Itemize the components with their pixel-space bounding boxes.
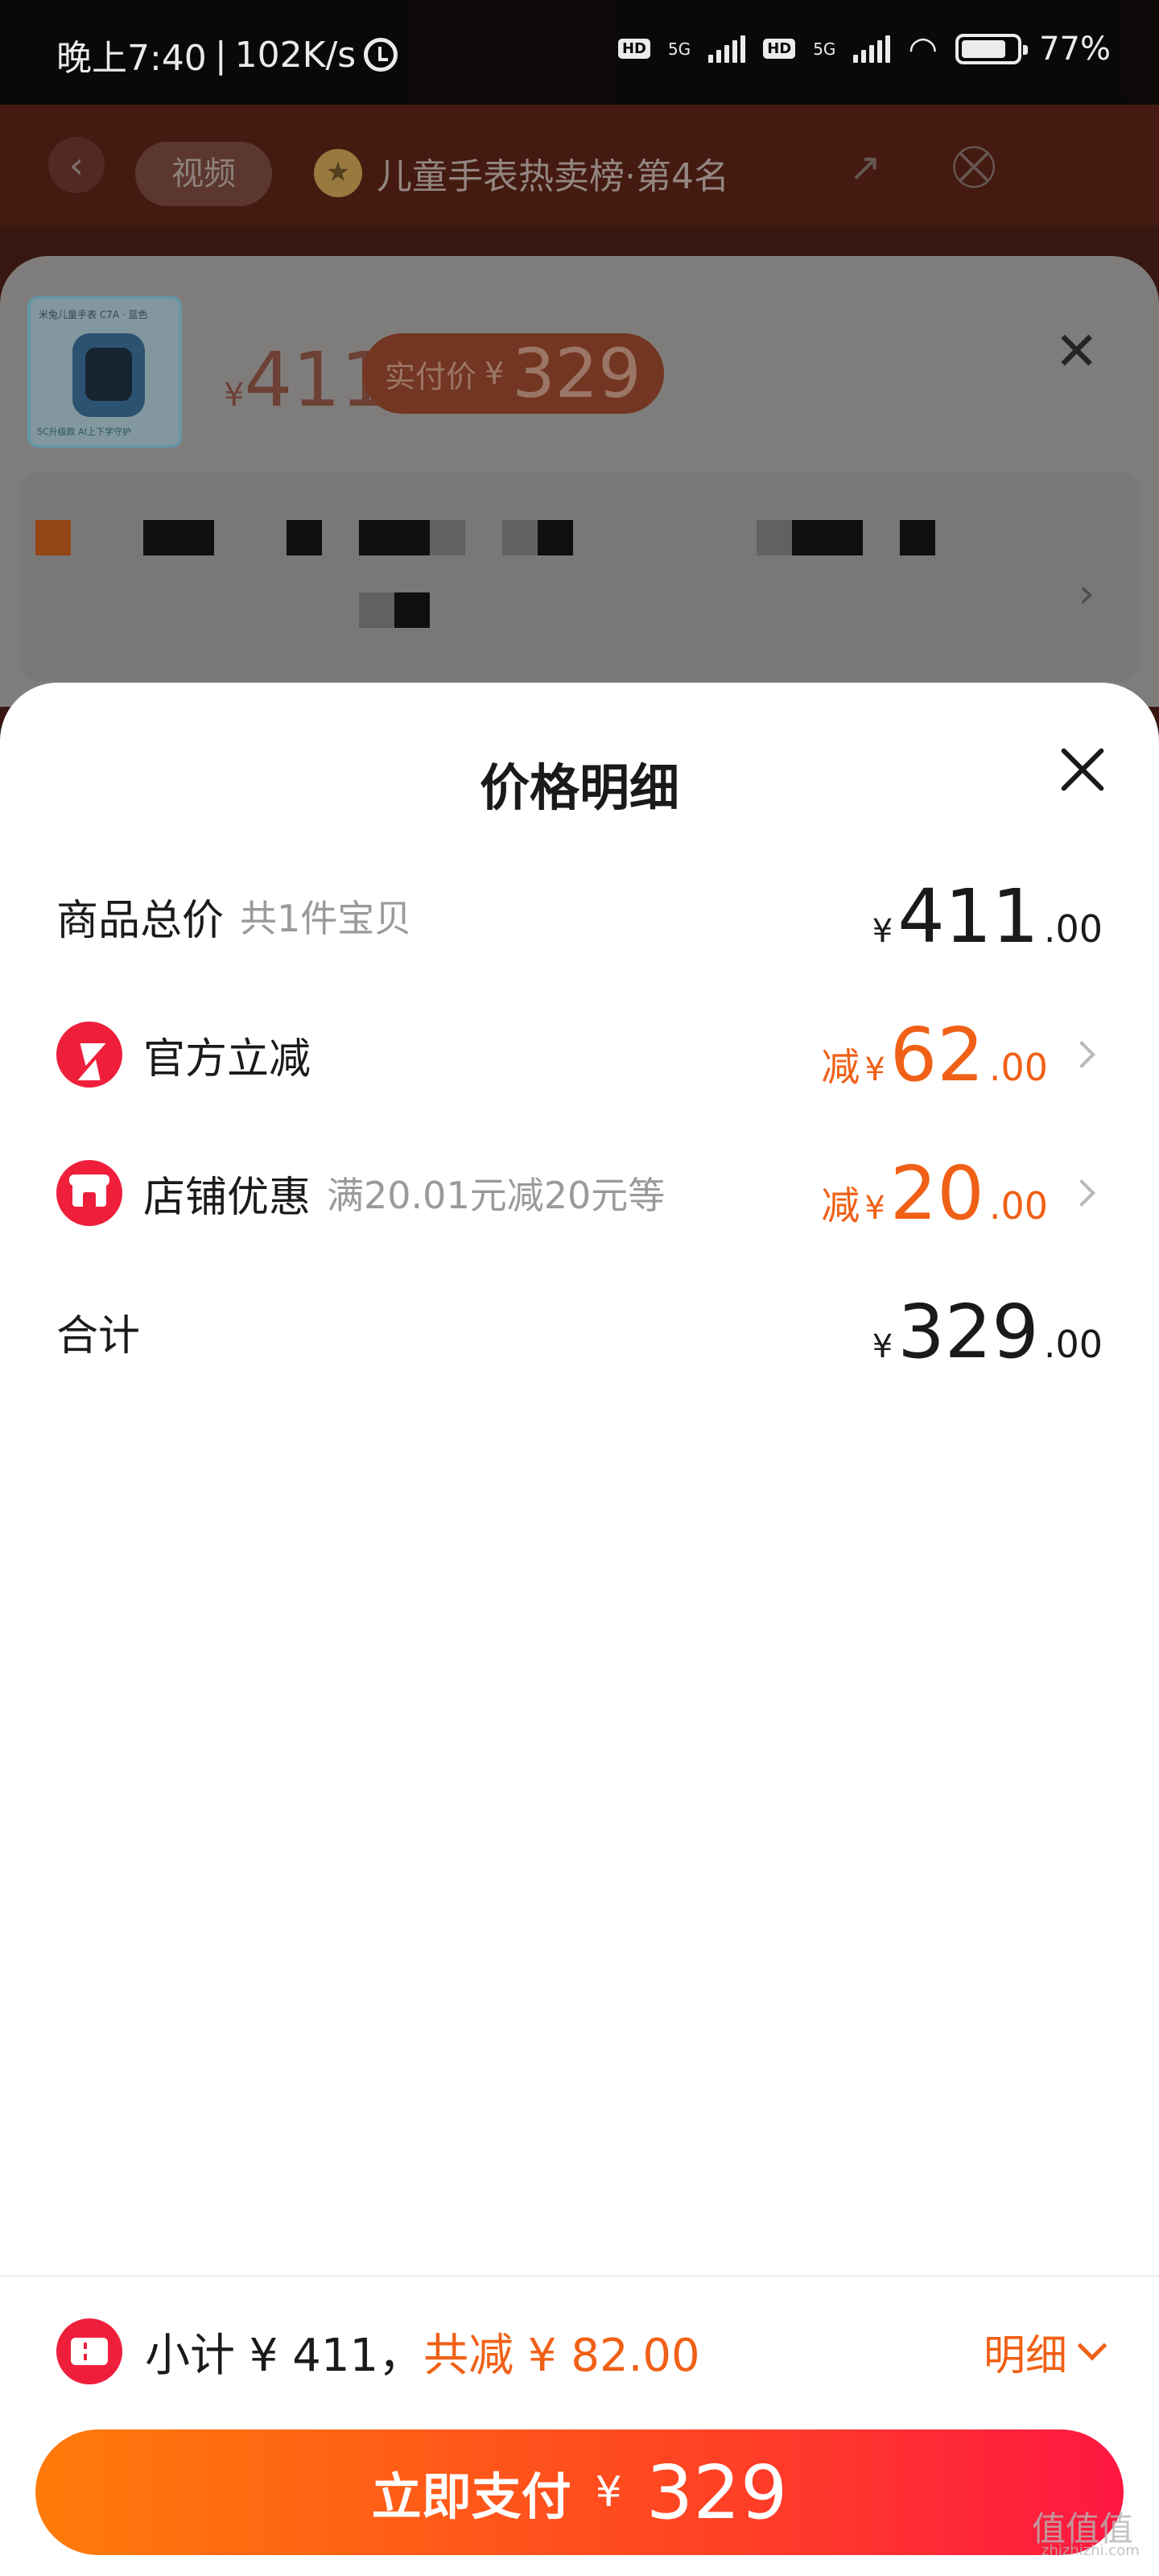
goods-count-note: 共1件宝贝 [240,897,412,940]
official-discount-currency: ¥ [864,1051,885,1088]
row-official-discount[interactable]: 官方立减 减 ¥ 62.00 [56,1006,1103,1103]
shop-coupon-currency: ¥ [864,1189,885,1227]
background-product-page: 晚上7:40 | 102K/s HD 5G HD 5G ◠ 77% ‹ 视频 ★… [0,0,1159,724]
pay-now-button[interactable]: 立即支付 ¥ 329 [35,2429,1124,2555]
price-detail-title: 价格明细 [479,758,679,817]
official-discount-amount: 减 ¥ 62.00 [821,1012,1048,1098]
row-goods-total: 商品总价 共1件宝贝 ¥ 411.00 [56,868,1103,964]
shop-coupon-note: 满20.01元减20元等 [327,1174,666,1217]
shop-coupon-prefix: 减 [821,1183,860,1228]
shop-coupon-integer: 20 [889,1150,984,1236]
official-discount-integer: 62 [889,1011,984,1098]
shop-icon [56,1160,122,1226]
pay-currency: ¥ [595,2468,622,2516]
shop-coupon-amount: 减 ¥ 20.00 [821,1150,1048,1236]
coupon-icon [56,2318,122,2384]
goods-total-integer: 411 [897,873,1039,960]
checkout-bottom-bar: 小计 ¥ 411， 共减 ¥ 82.00 明细 立即支付 ¥ 329 [0,2275,1159,2576]
official-discount-decimal: .00 [988,1045,1048,1089]
goods-total-currency: ¥ [872,912,893,950]
chevron-right-icon [1068,1041,1095,1068]
pay-amount: 329 [645,2449,788,2536]
total-currency: ¥ [872,1327,893,1365]
subtotal-row: 小计 ¥ 411， 共减 ¥ 82.00 明细 [56,2307,1107,2396]
official-discount-prefix: 减 [821,1044,860,1090]
shop-coupon-label: 店铺优惠 [143,1173,311,1222]
total-label: 合计 [56,1311,141,1360]
detail-toggle-button[interactable]: 明细 [983,2322,1107,2382]
total-integer: 329 [897,1288,1039,1375]
pay-now-label: 立即支付 [371,2467,571,2526]
total-decimal: .00 [1043,1322,1103,1366]
dim-overlay[interactable] [0,0,1159,724]
total-amount: ¥ 329.00 [872,1289,1103,1375]
detail-toggle-label: 明细 [983,2331,1067,2380]
close-icon[interactable] [1054,741,1112,799]
goods-total-label: 商品总价 [56,896,225,945]
goods-total-amount: ¥ 411.00 [872,873,1103,960]
shop-coupon-decimal: .00 [988,1183,1048,1228]
lightning-icon [56,1022,122,1088]
row-shop-coupon[interactable]: 店铺优惠 满20.01元减20元等 减 ¥ 20.00 [56,1145,1103,1241]
official-discount-label: 官方立减 [143,1034,311,1084]
watermark-url: zhizhizhi.com [1041,2542,1140,2559]
subtotal-text: 小计 ¥ 411， [145,2329,424,2382]
row-total: 合计 ¥ 329.00 [56,1283,1103,1380]
total-discount-text: 共减 ¥ 82.00 [423,2329,700,2382]
chevron-down-icon [1077,2330,1107,2361]
chevron-right-icon [1068,1179,1095,1207]
goods-total-decimal: .00 [1043,906,1103,951]
